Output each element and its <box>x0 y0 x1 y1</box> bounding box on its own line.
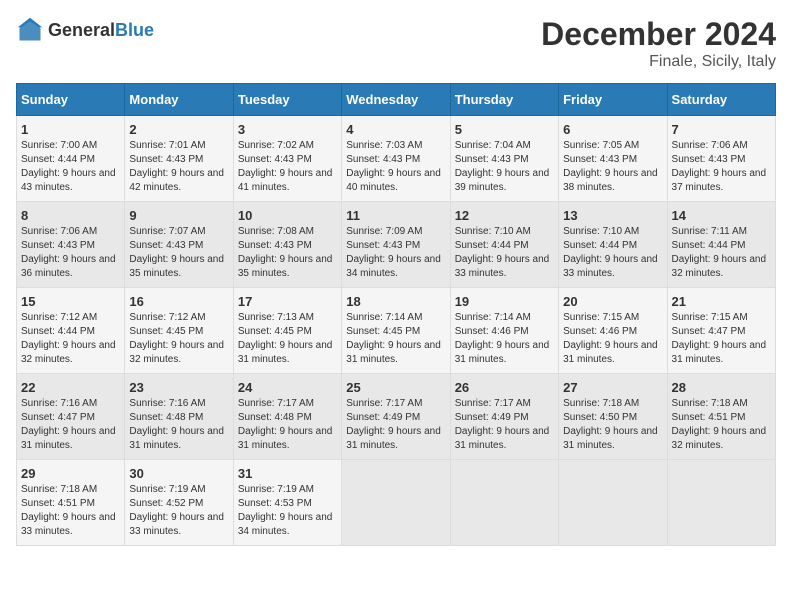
day-20: 20 Sunrise: 7:15 AMSunset: 4:46 PMDaylig… <box>559 288 667 374</box>
day-31: 31 Sunrise: 7:19 AMSunset: 4:53 PMDaylig… <box>233 460 341 546</box>
day-9: 9 Sunrise: 7:07 AMSunset: 4:43 PMDayligh… <box>125 202 233 288</box>
page-header: GeneralBlue December 2024 Finale, Sicily… <box>16 16 776 71</box>
day-16: 16 Sunrise: 7:12 AMSunset: 4:45 PMDaylig… <box>125 288 233 374</box>
header-saturday: Saturday <box>667 84 775 116</box>
logo: GeneralBlue <box>16 16 154 44</box>
day-2: 2 Sunrise: 7:01 AMSunset: 4:43 PMDayligh… <box>125 116 233 202</box>
day-12: 12 Sunrise: 7:10 AMSunset: 4:44 PMDaylig… <box>450 202 558 288</box>
header-monday: Monday <box>125 84 233 116</box>
location-title: Finale, Sicily, Italy <box>541 53 776 71</box>
header-thursday: Thursday <box>450 84 558 116</box>
day-1: 1 Sunrise: 7:00 AMSunset: 4:44 PMDayligh… <box>17 116 125 202</box>
day-10: 10 Sunrise: 7:08 AMSunset: 4:43 PMDaylig… <box>233 202 341 288</box>
empty-cell <box>559 460 667 546</box>
day-23: 23 Sunrise: 7:16 AMSunset: 4:48 PMDaylig… <box>125 374 233 460</box>
day-4: 4 Sunrise: 7:03 AMSunset: 4:43 PMDayligh… <box>342 116 450 202</box>
day-19: 19 Sunrise: 7:14 AMSunset: 4:46 PMDaylig… <box>450 288 558 374</box>
day-3: 3 Sunrise: 7:02 AMSunset: 4:43 PMDayligh… <box>233 116 341 202</box>
day-28: 28 Sunrise: 7:18 AMSunset: 4:51 PMDaylig… <box>667 374 775 460</box>
empty-cell <box>450 460 558 546</box>
header-wednesday: Wednesday <box>342 84 450 116</box>
table-row: 8 Sunrise: 7:06 AMSunset: 4:43 PMDayligh… <box>17 202 776 288</box>
day-7: 7 Sunrise: 7:06 AMSunset: 4:43 PMDayligh… <box>667 116 775 202</box>
day-22: 22 Sunrise: 7:16 AMSunset: 4:47 PMDaylig… <box>17 374 125 460</box>
title-section: December 2024 Finale, Sicily, Italy <box>541 16 776 71</box>
day-15: 15 Sunrise: 7:12 AMSunset: 4:44 PMDaylig… <box>17 288 125 374</box>
day-13: 13 Sunrise: 7:10 AMSunset: 4:44 PMDaylig… <box>559 202 667 288</box>
day-18: 18 Sunrise: 7:14 AMSunset: 4:45 PMDaylig… <box>342 288 450 374</box>
logo-general: General <box>48 20 115 40</box>
day-17: 17 Sunrise: 7:13 AMSunset: 4:45 PMDaylig… <box>233 288 341 374</box>
day-27: 27 Sunrise: 7:18 AMSunset: 4:50 PMDaylig… <box>559 374 667 460</box>
day-21: 21 Sunrise: 7:15 AMSunset: 4:47 PMDaylig… <box>667 288 775 374</box>
day-26: 26 Sunrise: 7:17 AMSunset: 4:49 PMDaylig… <box>450 374 558 460</box>
header-sunday: Sunday <box>17 84 125 116</box>
header-friday: Friday <box>559 84 667 116</box>
month-title: December 2024 <box>541 16 776 53</box>
empty-cell <box>667 460 775 546</box>
logo-blue: Blue <box>115 20 154 40</box>
logo-text: GeneralBlue <box>48 20 154 41</box>
day-29: 29 Sunrise: 7:18 AMSunset: 4:51 PMDaylig… <box>17 460 125 546</box>
day-25: 25 Sunrise: 7:17 AMSunset: 4:49 PMDaylig… <box>342 374 450 460</box>
table-row: 15 Sunrise: 7:12 AMSunset: 4:44 PMDaylig… <box>17 288 776 374</box>
day-14: 14 Sunrise: 7:11 AMSunset: 4:44 PMDaylig… <box>667 202 775 288</box>
table-row: 1 Sunrise: 7:00 AMSunset: 4:44 PMDayligh… <box>17 116 776 202</box>
header-tuesday: Tuesday <box>233 84 341 116</box>
day-11: 11 Sunrise: 7:09 AMSunset: 4:43 PMDaylig… <box>342 202 450 288</box>
empty-cell <box>342 460 450 546</box>
logo-icon <box>16 16 44 44</box>
day-5: 5 Sunrise: 7:04 AMSunset: 4:43 PMDayligh… <box>450 116 558 202</box>
day-6: 6 Sunrise: 7:05 AMSunset: 4:43 PMDayligh… <box>559 116 667 202</box>
day-24: 24 Sunrise: 7:17 AMSunset: 4:48 PMDaylig… <box>233 374 341 460</box>
table-row: 29 Sunrise: 7:18 AMSunset: 4:51 PMDaylig… <box>17 460 776 546</box>
table-row: 22 Sunrise: 7:16 AMSunset: 4:47 PMDaylig… <box>17 374 776 460</box>
day-8: 8 Sunrise: 7:06 AMSunset: 4:43 PMDayligh… <box>17 202 125 288</box>
header-row: Sunday Monday Tuesday Wednesday Thursday… <box>17 84 776 116</box>
calendar-table: Sunday Monday Tuesday Wednesday Thursday… <box>16 83 776 546</box>
day-30: 30 Sunrise: 7:19 AMSunset: 4:52 PMDaylig… <box>125 460 233 546</box>
